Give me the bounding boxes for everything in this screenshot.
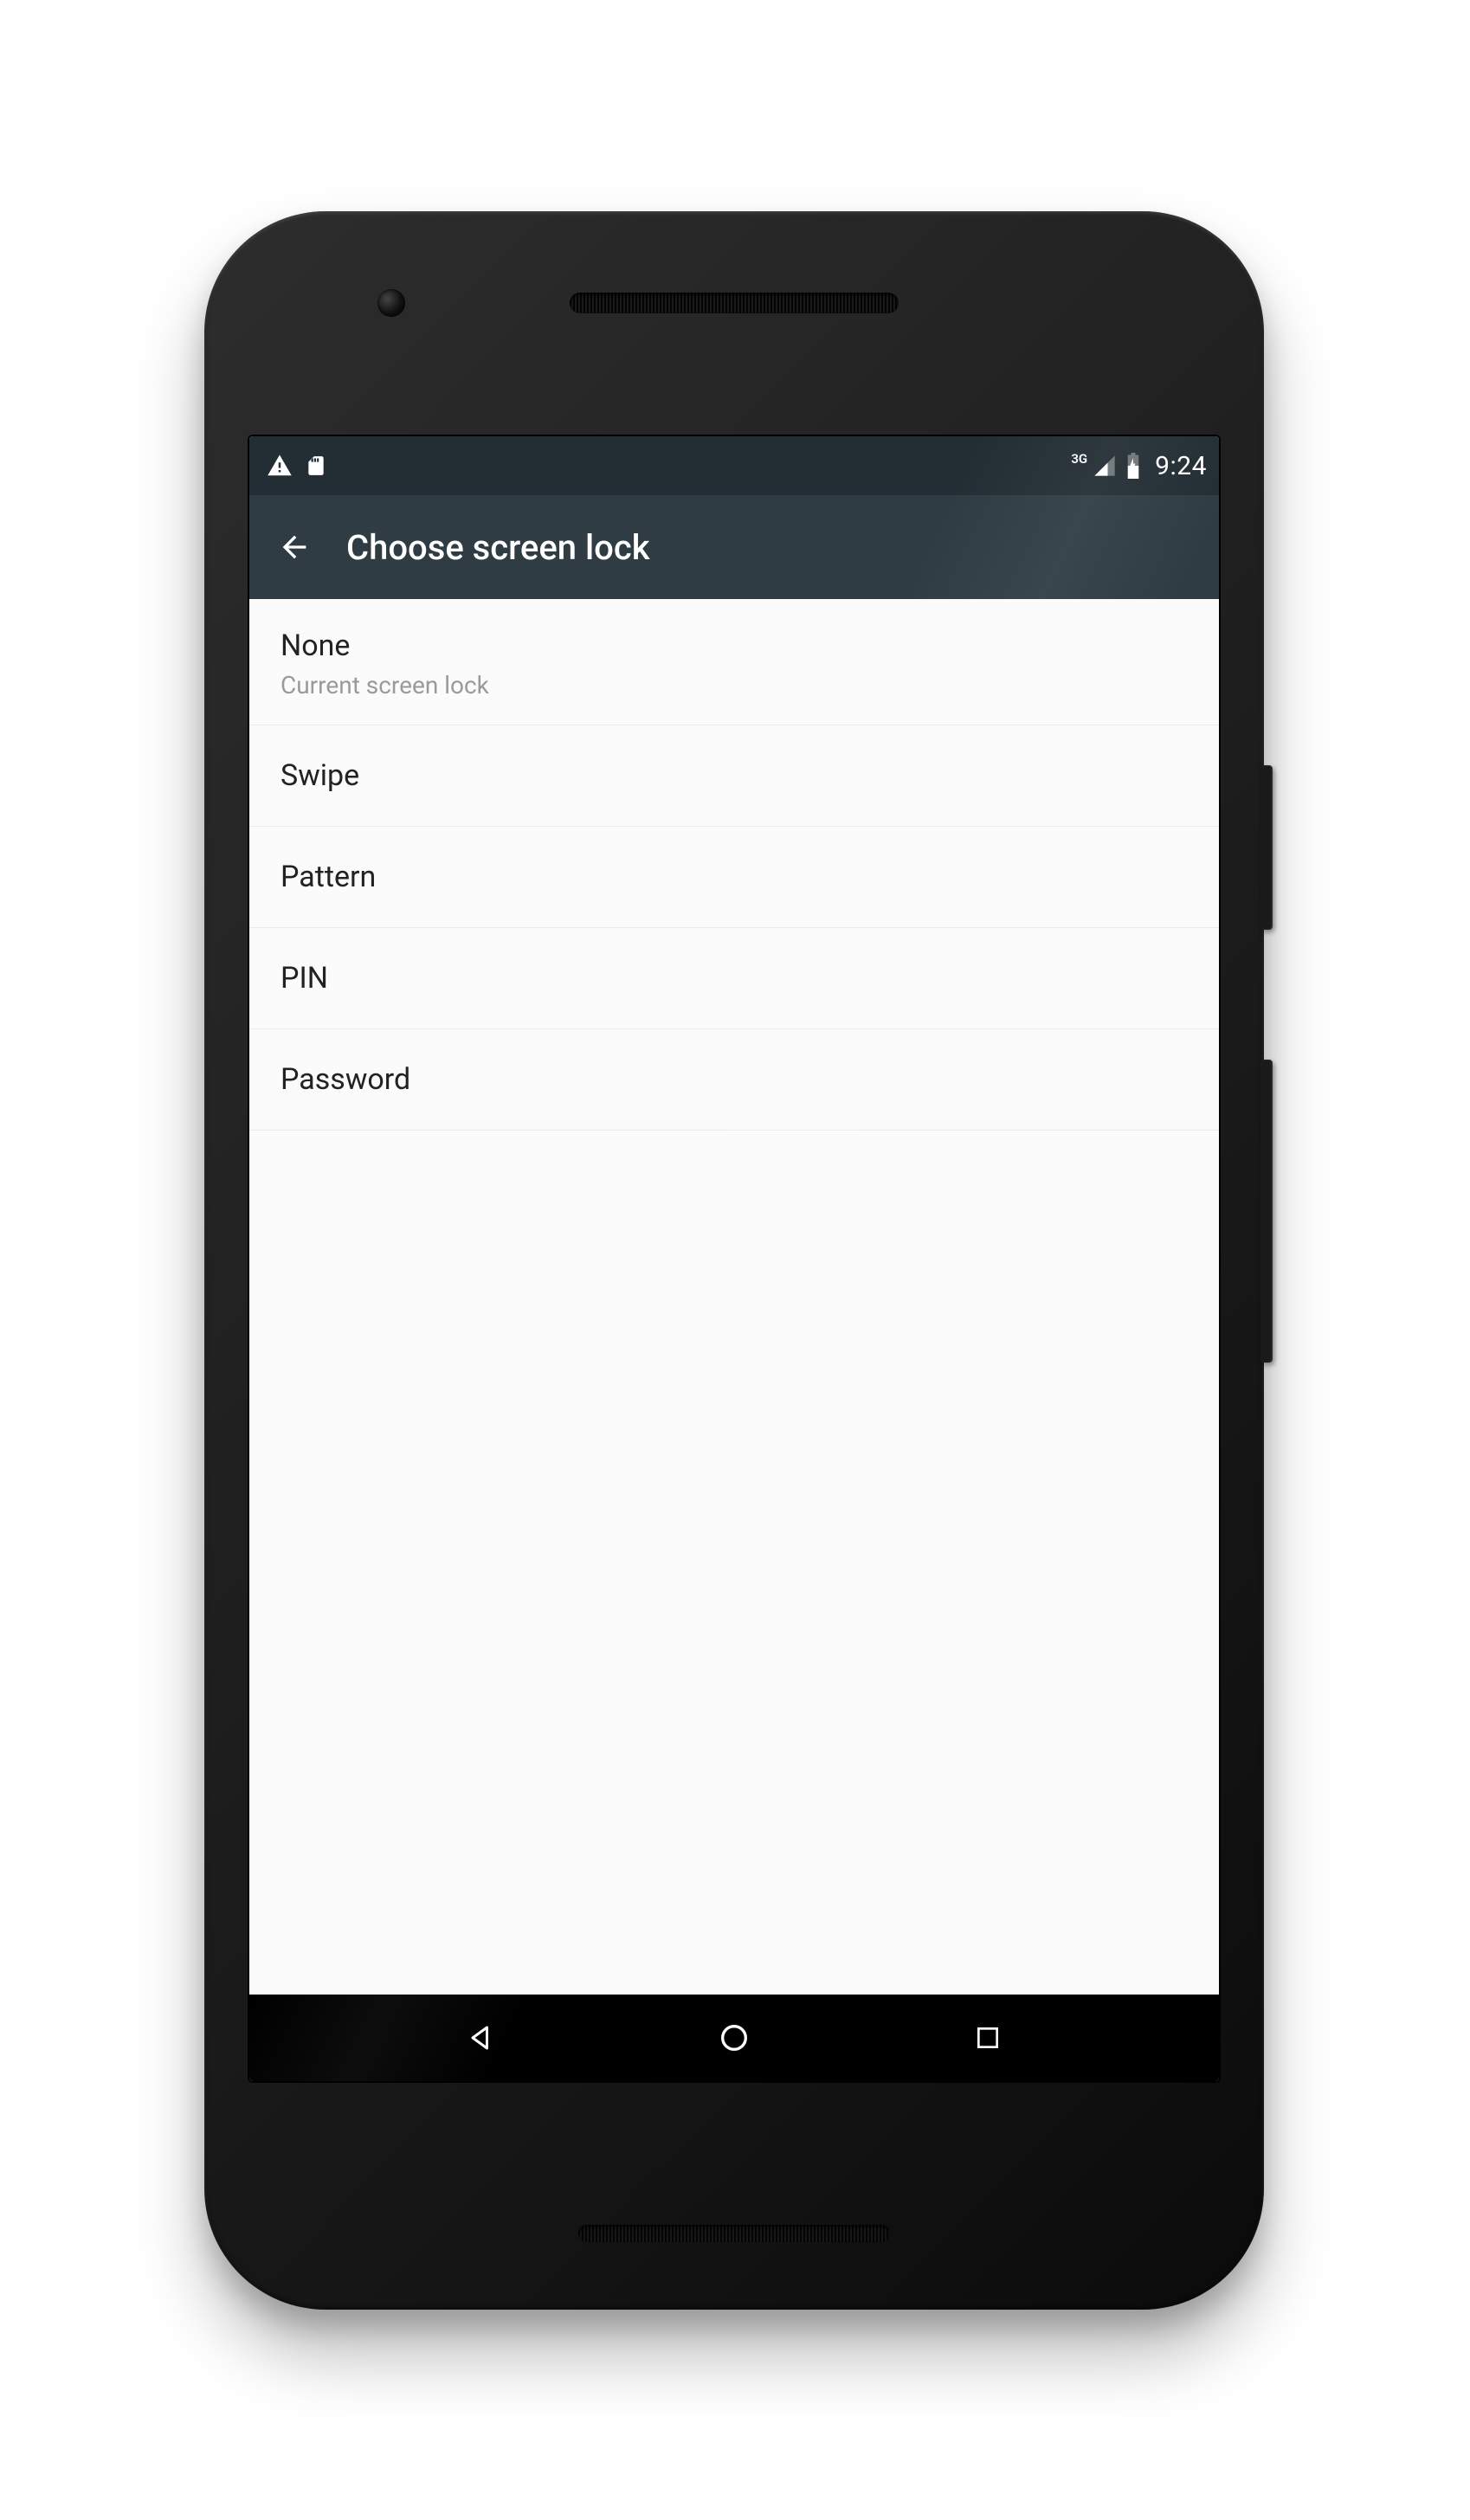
screen: 3G 9:24 Choose screen lock [249,436,1219,2081]
square-recents-icon [974,2024,1002,2052]
nav-home-button[interactable] [708,2012,760,2064]
lock-option-subtitle: Current screen lock [280,670,1188,701]
arrow-back-icon [277,530,312,564]
lock-option-title: Pattern [280,858,1188,896]
sd-card-icon [305,453,327,479]
nav-recents-button[interactable] [962,2012,1014,2064]
lock-option-swipe[interactable]: Swipe [249,725,1219,827]
lock-option-title: None [280,627,1188,665]
status-bar: 3G 9:24 [249,436,1219,495]
phone-frame: 3G 9:24 Choose screen lock [204,211,1264,2310]
lock-option-none[interactable]: None Current screen lock [249,599,1219,725]
lock-option-title: Swipe [280,757,1188,795]
app-bar: Choose screen lock [249,495,1219,599]
battery-icon [1125,453,1141,479]
circle-home-icon [717,2021,751,2055]
back-button[interactable] [274,526,315,568]
network-type-label: 3G [1071,451,1087,467]
front-camera [377,289,405,317]
warning-icon [267,453,293,479]
lock-option-pin[interactable]: PIN [249,928,1219,1029]
lock-option-pattern[interactable]: Pattern [249,827,1219,928]
navigation-bar [249,1995,1219,2081]
bottom-speaker-grille [578,2225,890,2242]
lock-option-title: Password [280,1060,1188,1099]
cellular-signal-icon [1093,454,1117,478]
device-power-button [1260,765,1273,930]
lock-options-list: None Current screen lock Swipe Pattern P… [249,599,1219,1995]
triangle-back-icon [465,2022,496,2053]
status-clock: 9:24 [1155,451,1207,481]
device-volume-rocker [1260,1060,1273,1363]
page-title: Choose screen lock [346,527,650,568]
lock-option-title: PIN [280,959,1188,997]
nav-back-button[interactable] [455,2012,506,2064]
lock-option-password[interactable]: Password [249,1029,1219,1131]
earpiece-grille [570,293,899,313]
